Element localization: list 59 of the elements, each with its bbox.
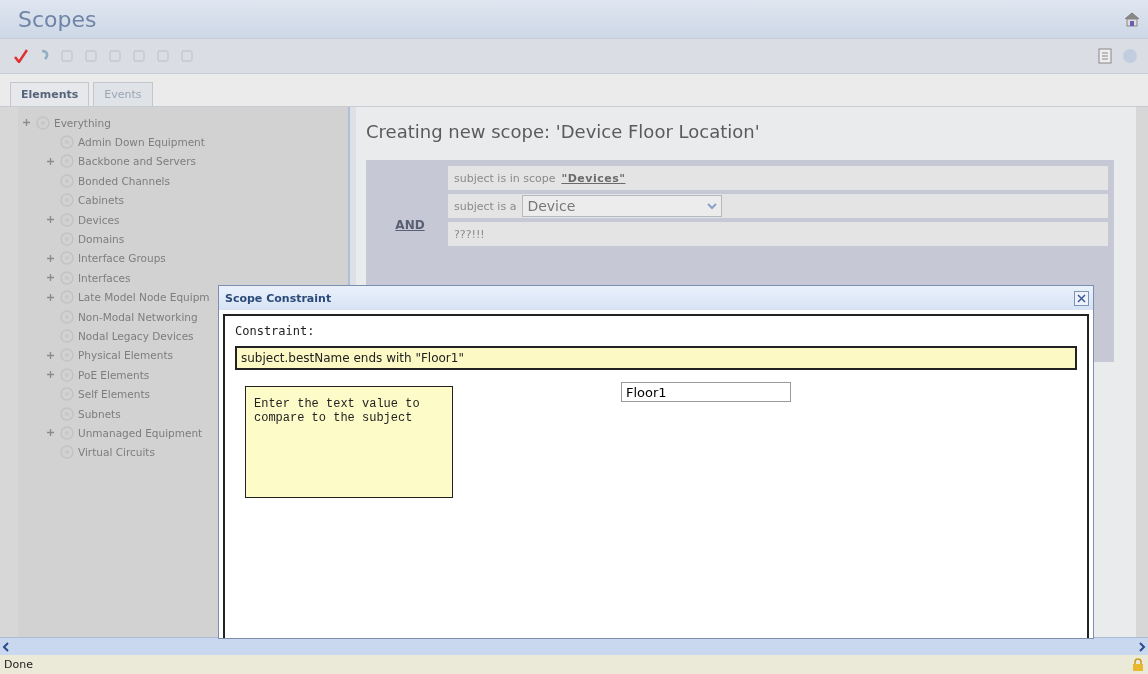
document-icon[interactable] xyxy=(1098,48,1112,64)
tree-item[interactable]: Backbone and Servers xyxy=(78,155,197,168)
tree-item[interactable]: Everything xyxy=(54,116,111,129)
rule-text: subject is in scope xyxy=(454,171,556,185)
tree-item[interactable]: Unmanaged Equipment xyxy=(78,426,203,439)
expand-icon[interactable] xyxy=(22,118,31,128)
expand-icon[interactable] xyxy=(46,370,55,380)
expand-icon[interactable] xyxy=(46,215,55,225)
tree-item[interactable]: Virtual Circuits xyxy=(78,446,155,459)
help-icon[interactable] xyxy=(1122,48,1138,64)
constraint-label: Constraint: xyxy=(235,324,316,338)
expand-icon[interactable] xyxy=(46,292,55,302)
tree-item[interactable]: Cabinets xyxy=(78,194,125,207)
horizontal-scrollbar[interactable] xyxy=(0,637,1148,655)
type-select[interactable]: Device xyxy=(522,195,723,217)
rule-text: ???!!! xyxy=(454,227,485,241)
expression-field[interactable]: subject.bestName ends with "Floor1" xyxy=(235,346,1077,370)
tree-item[interactable]: Physical Elements xyxy=(78,349,173,362)
expand-icon[interactable] xyxy=(46,350,55,360)
value-input[interactable]: Floor1 xyxy=(621,382,791,402)
tree-item[interactable]: Late Model Node Equipm xyxy=(78,291,210,304)
scope-link[interactable]: "Devices" xyxy=(561,171,626,185)
rule-text: subject is a xyxy=(454,199,517,213)
tree-item[interactable]: Interfaces xyxy=(78,271,131,284)
dialog-title: Scope Constraint xyxy=(225,291,332,305)
toolbar-icon[interactable] xyxy=(156,49,170,63)
tree-item[interactable]: Bonded Channels xyxy=(78,174,170,187)
expand-icon[interactable] xyxy=(46,253,55,263)
checkmark-icon[interactable] xyxy=(14,49,28,63)
toolbar-icon[interactable] xyxy=(108,49,122,63)
close-button[interactable] xyxy=(1074,290,1089,306)
page-heading: Creating new scope: 'Device Floor Location' xyxy=(366,121,761,142)
tree-item[interactable]: Non-Modal Networking xyxy=(78,310,198,323)
tab[interactable]: Elements xyxy=(10,82,90,106)
expand-icon[interactable] xyxy=(46,156,55,166)
tab[interactable]: Events xyxy=(93,82,153,106)
toolbar-icon[interactable] xyxy=(84,49,98,63)
expand-icon[interactable] xyxy=(46,273,55,283)
operator-link[interactable]: AND xyxy=(372,218,448,232)
tree-item[interactable]: Nodal Legacy Devices xyxy=(78,330,194,342)
expand-icon[interactable] xyxy=(46,428,55,438)
toolbar-icon[interactable] xyxy=(180,49,194,63)
tree-item[interactable]: Self Elements xyxy=(78,388,151,401)
app-title: Scopes xyxy=(18,6,97,32)
status-text: Done xyxy=(4,658,33,671)
hint-note: Enter the text value to compare to the subject xyxy=(245,386,453,498)
lock-icon xyxy=(1132,657,1144,672)
toolbar-icon[interactable] xyxy=(60,49,74,63)
tree-item[interactable]: Devices xyxy=(78,213,120,226)
tree-item[interactable]: Subnets xyxy=(78,407,121,420)
chevron-down-icon xyxy=(707,202,718,210)
tree-item[interactable]: Admin Down Equipment xyxy=(78,136,205,149)
scroll-right-icon[interactable] xyxy=(1136,640,1148,653)
tree-item[interactable]: PoE Elements xyxy=(78,368,150,381)
scroll-left-icon[interactable] xyxy=(0,640,12,653)
toolbar-icon[interactable] xyxy=(132,49,146,63)
tree-item[interactable]: Interface Groups xyxy=(78,252,166,265)
tree-item[interactable]: Domains xyxy=(78,233,125,246)
home-icon[interactable] xyxy=(1124,11,1140,27)
